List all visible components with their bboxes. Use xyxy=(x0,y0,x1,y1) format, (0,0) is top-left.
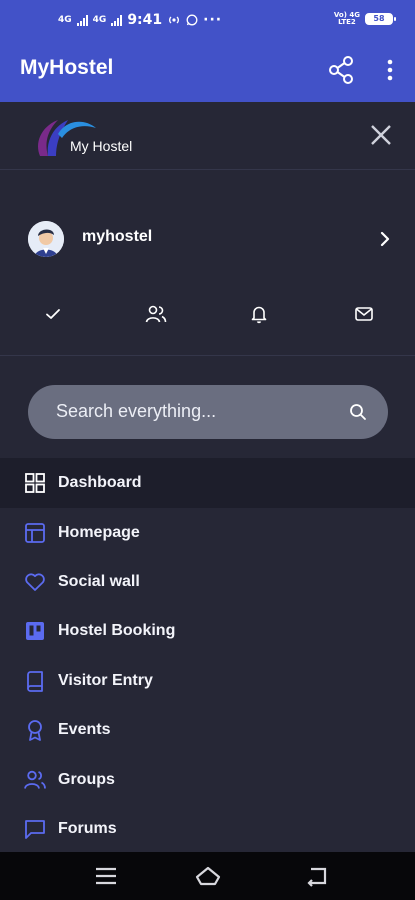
profile-row[interactable]: myhostel xyxy=(0,208,415,268)
search-icon[interactable] xyxy=(348,402,368,422)
close-icon[interactable] xyxy=(368,122,394,148)
menu-item-homepage[interactable]: Homepage xyxy=(0,508,415,558)
share-icon[interactable] xyxy=(328,55,354,85)
menu-label-social-wall: Social wall xyxy=(58,573,140,590)
quick-action-users[interactable] xyxy=(138,296,174,332)
menu-item-social-wall[interactable]: Social wall xyxy=(0,557,415,607)
signal-icon xyxy=(76,14,88,26)
system-nav-bar xyxy=(0,852,415,900)
drawer-header: My Hostel xyxy=(0,102,415,170)
mail-icon xyxy=(355,307,373,321)
quick-action-mail[interactable] xyxy=(346,296,382,332)
menu-item-dashboard[interactable]: Dashboard xyxy=(0,458,415,508)
avatar[interactable] xyxy=(28,221,64,257)
chevron-right-icon[interactable] xyxy=(378,230,392,248)
grid-icon xyxy=(25,473,45,493)
battery-icon: 58 xyxy=(365,13,396,25)
status-left: 4G 4G 9:41 ··· xyxy=(58,12,222,28)
menu-label-forums: Forums xyxy=(58,820,117,837)
message-square-icon xyxy=(25,820,45,839)
menu-label-events: Events xyxy=(58,721,111,738)
more-vert-icon[interactable] xyxy=(380,58,400,82)
signal-icon-2 xyxy=(111,14,123,26)
trello-icon xyxy=(26,622,44,640)
menu-item-hostel-booking[interactable]: Hostel Booking xyxy=(0,606,415,656)
hotspot-icon xyxy=(169,16,180,24)
search-bar[interactable]: Search everything... xyxy=(28,385,388,439)
menu-item-groups[interactable]: Groups xyxy=(0,755,415,805)
users-icon xyxy=(24,770,46,789)
status-bar: 4G 4G 9:41 ··· Vo) 4G LTE2 58 xyxy=(0,0,415,38)
search-placeholder[interactable]: Search everything... xyxy=(56,401,216,422)
recent-apps-icon[interactable] xyxy=(93,864,119,888)
more-notifications-icon: ··· xyxy=(203,12,223,28)
menu-item-forums[interactable]: Forums xyxy=(0,804,415,854)
app-title: MyHostel xyxy=(20,56,114,79)
menu-label-groups: Groups xyxy=(58,771,115,788)
network-label-1: 4G xyxy=(58,15,72,25)
profile-username: myhostel xyxy=(82,228,153,245)
quick-actions xyxy=(0,296,415,332)
avatar-person-icon xyxy=(28,221,64,257)
clock: 9:41 xyxy=(127,12,163,28)
menu-label-visitor-entry: Visitor Entry xyxy=(58,672,153,689)
quick-action-notifications[interactable] xyxy=(241,296,277,332)
network-type: Vo) 4G LTE2 xyxy=(334,12,360,26)
whatsapp-icon xyxy=(186,14,198,26)
quick-action-check[interactable] xyxy=(35,296,71,332)
menu-label-homepage: Homepage xyxy=(58,524,140,541)
menu-item-events[interactable]: Events xyxy=(0,705,415,755)
home-icon[interactable] xyxy=(195,864,221,888)
logo-text: My Hostel xyxy=(70,138,133,154)
network-type-bottom: LTE2 xyxy=(338,18,356,26)
network-label-2: 4G xyxy=(92,15,107,25)
section-divider xyxy=(0,355,415,356)
hostel-logo xyxy=(38,120,96,156)
award-icon xyxy=(28,720,42,741)
bell-icon xyxy=(251,306,267,324)
back-icon[interactable] xyxy=(304,864,330,888)
check-icon xyxy=(46,309,60,319)
heart-icon xyxy=(25,573,45,591)
menu-label-hostel-booking: Hostel Booking xyxy=(58,622,176,639)
status-right: Vo) 4G LTE2 58 xyxy=(334,12,396,26)
users-icon xyxy=(145,305,167,323)
book-icon xyxy=(27,671,43,692)
layout-icon xyxy=(25,523,45,543)
menu-item-visitor-entry[interactable]: Visitor Entry xyxy=(0,656,415,706)
menu-label-dashboard: Dashboard xyxy=(58,474,142,491)
